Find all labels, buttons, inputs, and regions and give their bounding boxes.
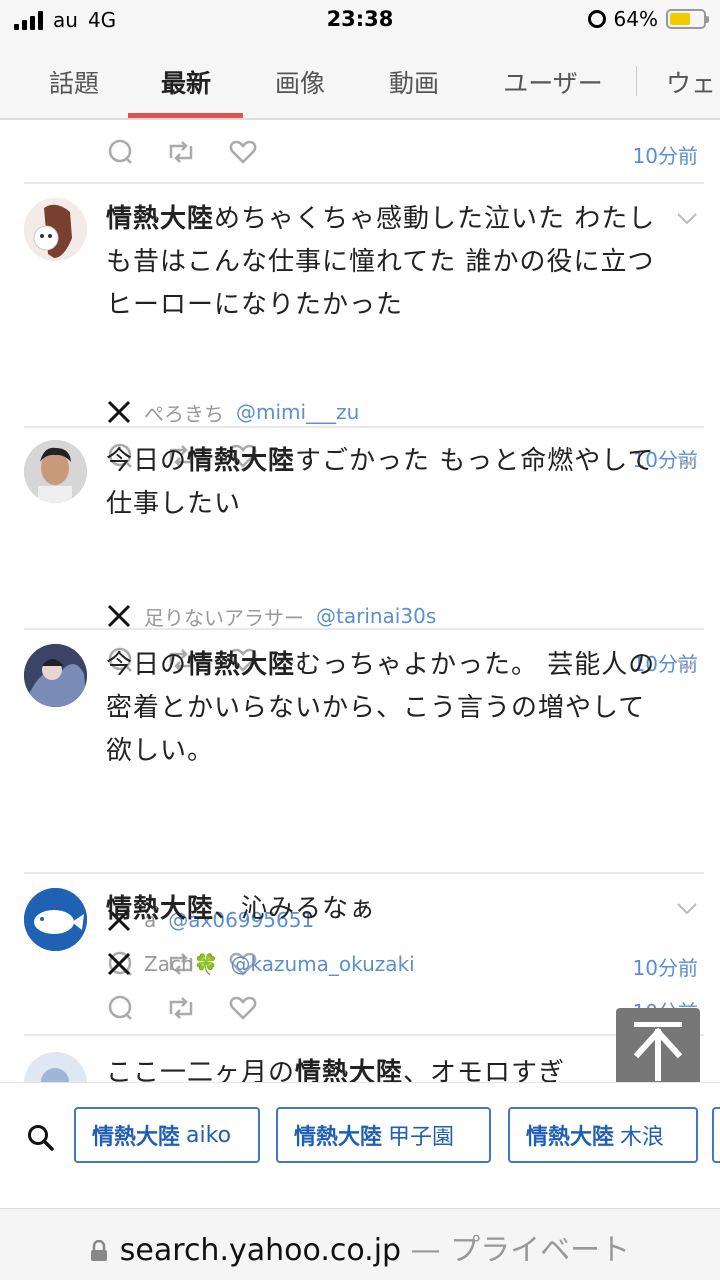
tab-users[interactable]: ユーザー [500,64,606,100]
author-name: ぺろきち [144,401,224,426]
tweet-text: 今日の情熱大陸むっちゃよかった。 芸能人の密着とかいらないから、こう言うの増やし… [106,644,666,773]
divider [24,426,704,428]
related-search-chip-partial[interactable] [712,1107,720,1163]
chip-keyword: 情熱大陸 [92,1125,181,1150]
tab-topics[interactable]: 話題 [46,64,102,100]
divider [24,872,704,874]
related-search-bar: 情熱大陸 aiko 情熱大陸 甲子園 情熱大陸 木浪 [0,1082,720,1208]
url-domain: search.yahoo.co.jp [119,1233,402,1268]
chip-term: 木浪 [620,1125,665,1150]
tab-videos[interactable]: 動画 [386,64,442,100]
x-logo-icon [107,952,131,976]
action-row: 10分前 [106,132,706,172]
battery-icon [666,9,709,29]
tweet-feed[interactable]: 10分前 情熱大陸めちゃくちゃ感動した泣いた わたしも昔はこんな仕事に憧れてた … [0,120,720,1082]
tab-images[interactable]: 画像 [272,64,328,100]
post-time[interactable]: 10分前 [633,140,698,169]
chip-term: 甲子園 [388,1125,455,1150]
author-handle[interactable]: @mimi___zu [236,400,359,424]
avatar[interactable] [24,198,87,261]
retweet-icon[interactable] [166,994,196,1022]
active-tab-indicator [128,113,243,118]
chip-keyword: 情熱大陸 [294,1125,383,1150]
x-logo-icon [107,604,131,628]
browser-url-bar[interactable]: search.yahoo.co.jp — プライベート [0,1208,720,1280]
reply-icon[interactable] [106,994,136,1022]
search-icon[interactable] [26,1123,56,1153]
related-search-chip[interactable]: 情熱大陸 aiko [74,1107,260,1163]
author-name: 足りないアラサー [144,605,304,630]
reply-icon[interactable] [106,138,136,166]
heart-icon[interactable] [228,138,258,166]
chip-term: aiko [186,1122,232,1148]
battery-percent: 64% [613,7,658,31]
retweet-icon[interactable] [166,138,196,166]
status-right: 64% [587,7,709,31]
divider [24,628,704,630]
keyword: 情熱大陸 [295,1058,404,1082]
tweet-text: 情熱大陸、沁みるなぁ [106,888,666,931]
avatar[interactable] [24,440,87,503]
post-time[interactable]: 10分前 [633,952,698,981]
arrow-up-icon [633,1022,683,1081]
related-search-chip[interactable]: 情熱大陸 木浪 [508,1107,698,1163]
status-bar: au 4G 23:38 64% [0,0,720,40]
divider [24,182,704,184]
tab-divider [636,66,637,96]
tweet-body: 、沁みるなぁ [214,894,377,924]
keyword: 情熱大陸 [187,446,296,476]
chevron-down-icon[interactable] [676,658,698,672]
scroll-top-button[interactable] [616,1008,700,1092]
x-logo-icon [107,400,131,424]
tab-latest[interactable]: 最新 [158,64,214,100]
tweet-text: 情熱大陸めちゃくちゃ感動した泣いた わたしも昔はこんな仕事に憧れてた 誰かの役に… [106,198,666,327]
tweet-text: 今日の情熱大陸すごかった もっと命燃やして仕事したい [106,440,666,526]
keyword: 情熱大陸 [106,204,215,234]
url-private-label: — プライベート [410,1233,631,1268]
chip-keyword: 情熱大陸 [526,1125,615,1150]
tweet-body: 、オモロすぎ [403,1058,566,1082]
tweet-text: ここ一二ヶ月の情熱大陸、オモロすぎ [106,1052,666,1082]
related-search-chip[interactable]: 情熱大陸 甲子園 [276,1107,491,1163]
author-handle[interactable]: @kazuma_okuzaki [231,952,415,976]
divider [24,1034,704,1036]
tweet-prefix: 今日の [106,650,188,680]
chevron-down-icon[interactable] [676,454,698,468]
tweet-prefix: ここ一二ヶ月の [106,1058,296,1082]
url-display[interactable]: search.yahoo.co.jp — プライベート [0,1225,720,1269]
tweet-author[interactable]: ぺろきち @mimi___zu [106,394,359,430]
alarm-icon [587,10,606,28]
avatar[interactable] [24,1052,87,1082]
avatar[interactable] [24,888,87,951]
tab-web[interactable]: ウェ [666,64,720,100]
tweet-author[interactable]: Zach🍀 @kazuma_okuzaki [106,946,415,982]
chevron-down-icon[interactable] [676,902,698,916]
author-handle[interactable]: @tarinai30s [316,604,436,628]
keyword: 情熱大陸 [187,650,296,680]
chevron-down-icon[interactable] [676,212,698,226]
author-name: Zach🍀 [144,952,219,976]
keyword: 情熱大陸 [106,894,215,924]
tweet-prefix: 今日の [106,446,188,476]
lock-icon [90,1235,108,1261]
avatar[interactable] [24,644,87,707]
heart-icon[interactable] [228,994,258,1022]
search-tabs: 話題 最新 画像 動画 ユーザー ウェ [0,40,720,120]
